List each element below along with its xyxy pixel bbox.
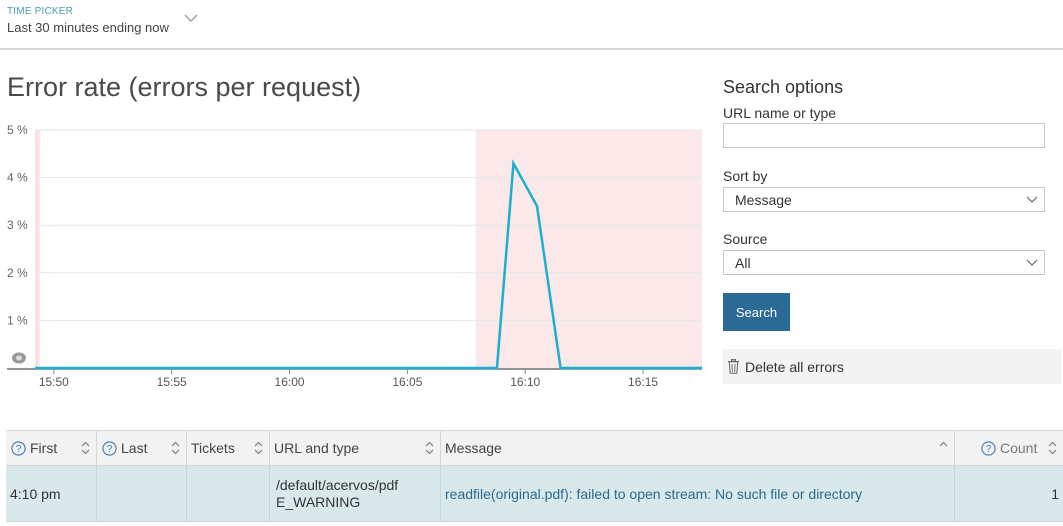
x-tick-label: 16:00 bbox=[275, 375, 305, 389]
col-message-label: Message bbox=[445, 440, 502, 456]
x-tick-label: 16:10 bbox=[510, 375, 540, 389]
delete-all-errors-label: Delete all errors bbox=[745, 359, 844, 375]
source-label: Source bbox=[723, 231, 768, 247]
x-tick-label: 15:55 bbox=[157, 375, 187, 389]
errors-table: ? First ? Last Tickets URL and type Mess… bbox=[6, 430, 1063, 522]
svg-text:?: ? bbox=[107, 444, 113, 455]
x-tick-label: 15:50 bbox=[39, 375, 69, 389]
sort-by-select[interactable]: Message bbox=[723, 187, 1045, 212]
source-select[interactable]: All bbox=[723, 250, 1045, 275]
col-count[interactable]: ? Count bbox=[955, 431, 1063, 465]
cell-tickets bbox=[187, 466, 270, 521]
svg-text:?: ? bbox=[16, 444, 22, 455]
error-rate-chart-svg: 5 % 4 % 3 % 2 % 1 % 15:50 15:55 16:00 16:05 16:10… bbox=[7, 123, 702, 389]
delete-all-errors-button[interactable]: Delete all errors bbox=[723, 349, 1061, 384]
search-button[interactable]: Search bbox=[723, 293, 790, 331]
y-tick-label: 5 % bbox=[7, 123, 28, 137]
url-name-input[interactable] bbox=[723, 123, 1045, 148]
col-last[interactable]: ? Last bbox=[97, 431, 187, 465]
event-marker-icon-center bbox=[16, 355, 22, 361]
cell-url-path: /default/acervos/pdf bbox=[276, 477, 399, 493]
sort-icon[interactable] bbox=[425, 441, 434, 455]
sort-icon[interactable] bbox=[81, 441, 90, 455]
col-tickets[interactable]: Tickets bbox=[187, 431, 270, 465]
table-row[interactable]: 4:10 pm /default/acervos/pdf E_WARNING r… bbox=[6, 466, 1063, 522]
sort-icon[interactable] bbox=[254, 441, 263, 455]
error-rate-chart: 5 % 4 % 3 % 2 % 1 % 15:50 15:55 16:00 16:05 16:10… bbox=[0, 122, 710, 392]
sort-icon[interactable] bbox=[1048, 441, 1057, 455]
col-first-label: First bbox=[30, 440, 58, 456]
y-tick-label: 3 % bbox=[7, 218, 28, 232]
cell-first: 4:10 pm bbox=[6, 466, 97, 521]
x-tick-label: 16:15 bbox=[628, 375, 658, 389]
col-url[interactable]: URL and type bbox=[270, 431, 441, 465]
chevron-down-icon bbox=[1026, 259, 1038, 266]
col-tickets-label: Tickets bbox=[191, 440, 235, 456]
sort-by-label: Sort by bbox=[723, 168, 768, 184]
x-tick-label: 16:05 bbox=[392, 375, 422, 389]
sort-by-value: Message bbox=[735, 192, 792, 208]
col-url-label: URL and type bbox=[274, 440, 360, 456]
col-count-label: Count bbox=[1000, 440, 1038, 456]
cell-error-type: E_WARNING bbox=[276, 494, 361, 510]
col-last-label: Last bbox=[121, 440, 148, 456]
y-tick-label: 1 % bbox=[7, 313, 28, 327]
cell-url: /default/acervos/pdf E_WARNING bbox=[270, 466, 441, 521]
alert-region bbox=[475, 130, 702, 368]
chevron-down-icon bbox=[1026, 196, 1038, 203]
cell-message[interactable]: readfile(original.pdf): failed to open s… bbox=[441, 466, 955, 521]
y-tick-label: 2 % bbox=[7, 266, 28, 280]
cell-count: 1 bbox=[1051, 485, 1059, 502]
help-icon[interactable]: ? bbox=[102, 440, 117, 456]
sort-icon[interactable] bbox=[171, 441, 180, 455]
col-message[interactable]: Message bbox=[441, 431, 955, 465]
trash-icon bbox=[728, 359, 739, 374]
source-value: All bbox=[735, 255, 751, 271]
col-first[interactable]: ? First bbox=[6, 431, 97, 465]
table-header: ? First ? Last Tickets URL and type Mess… bbox=[6, 430, 1063, 466]
help-icon[interactable]: ? bbox=[11, 440, 26, 456]
url-name-label: URL name or type bbox=[723, 105, 837, 121]
y-tick-label: 4 % bbox=[7, 171, 28, 185]
cell-last bbox=[97, 466, 187, 521]
alert-region bbox=[35, 130, 40, 368]
time-picker[interactable]: TIME PICKER Last 30 minutes ending now bbox=[0, 0, 1063, 50]
time-picker-label: TIME PICKER bbox=[7, 6, 74, 17]
help-icon[interactable]: ? bbox=[981, 440, 996, 456]
chart-title: Error rate (errors per request) bbox=[7, 72, 362, 102]
search-options-title: Search options bbox=[723, 77, 844, 97]
time-picker-value[interactable]: Last 30 minutes ending now bbox=[7, 20, 169, 35]
sort-ascending-icon[interactable] bbox=[939, 440, 948, 454]
chevron-down-icon[interactable] bbox=[183, 12, 199, 24]
svg-text:?: ? bbox=[986, 444, 992, 455]
